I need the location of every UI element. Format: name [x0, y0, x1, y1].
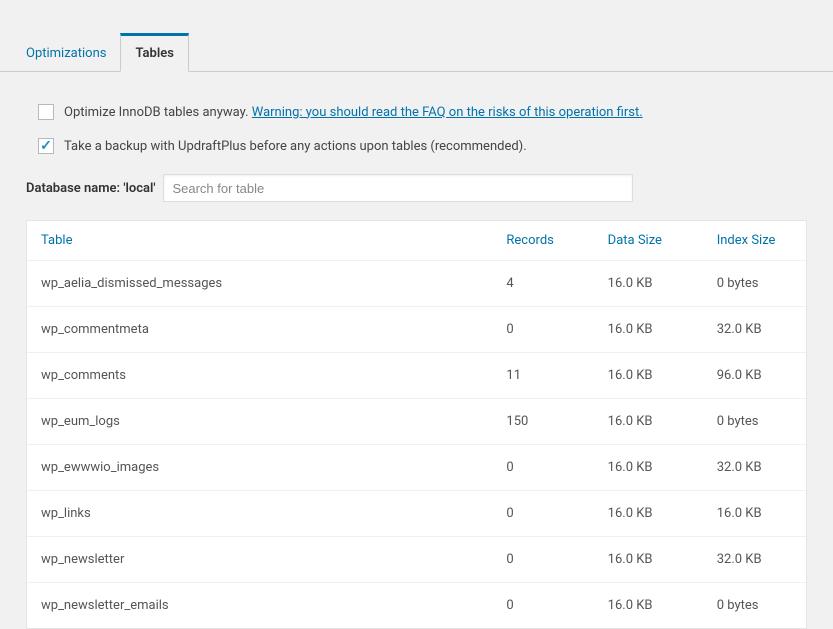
cell-data_size: 16.0 KB [596, 537, 705, 583]
cell-data_size: 16.0 KB [596, 261, 705, 307]
cell-records: 0 [494, 537, 595, 583]
table-row[interactable]: wp_eum_logs15016.0 KB0 bytes [27, 399, 806, 445]
cell-index_size: 32.0 KB [705, 307, 806, 353]
database-name-label: Database name: 'local' [26, 181, 155, 196]
cell-data_size: 16.0 KB [596, 399, 705, 445]
cell-records: 0 [494, 307, 595, 353]
cell-index_size: 32.0 KB [705, 537, 806, 583]
search-row: Database name: 'local' [26, 174, 807, 202]
cell-index_size: 32.0 KB [705, 445, 806, 491]
tables-list: Table Records Data Size Index Size wp_ae… [26, 220, 807, 629]
cell-data_size: 16.0 KB [596, 353, 705, 399]
cell-records: 4 [494, 261, 595, 307]
table-row[interactable]: wp_ewwwio_images016.0 KB32.0 KB [27, 445, 806, 491]
cell-table: wp_commentmeta [27, 307, 494, 353]
col-header-table[interactable]: Table [27, 221, 494, 261]
faq-warning-link[interactable]: Warning: you should read the FAQ on the … [252, 105, 643, 120]
col-header-records[interactable]: Records [494, 221, 595, 261]
cell-index_size: 16.0 KB [705, 491, 806, 537]
cell-data_size: 16.0 KB [596, 491, 705, 537]
optimize-innodb-text: Optimize InnoDB tables anyway. [64, 105, 249, 120]
cell-index_size: 0 bytes [705, 583, 806, 629]
optimize-innodb-label: Optimize InnoDB tables anyway. Warning: … [64, 105, 643, 120]
table-row[interactable]: wp_newsletter016.0 KB32.0 KB [27, 537, 806, 583]
table-row[interactable]: wp_commentmeta016.0 KB32.0 KB [27, 307, 806, 353]
db-label-text: Database name: [26, 181, 120, 196]
cell-table: wp_comments [27, 353, 494, 399]
option-optimize-innodb: Optimize InnoDB tables anyway. Warning: … [26, 104, 807, 120]
checkbox-backup[interactable] [38, 138, 54, 154]
content-area: Optimize InnoDB tables anyway. Warning: … [0, 72, 833, 629]
cell-table: wp_aelia_dismissed_messages [27, 261, 494, 307]
cell-table: wp_ewwwio_images [27, 445, 494, 491]
table-row[interactable]: wp_aelia_dismissed_messages416.0 KB0 byt… [27, 261, 806, 307]
cell-records: 0 [494, 583, 595, 629]
table-row[interactable]: wp_newsletter_emails016.0 KB0 bytes [27, 583, 806, 629]
cell-table: wp_newsletter_emails [27, 583, 494, 629]
search-input[interactable] [163, 174, 633, 202]
option-backup: Take a backup with UpdraftPlus before an… [26, 138, 807, 154]
cell-data_size: 16.0 KB [596, 583, 705, 629]
backup-label: Take a backup with UpdraftPlus before an… [64, 139, 527, 154]
db-tables-table: Table Records Data Size Index Size wp_ae… [27, 221, 806, 628]
cell-records: 0 [494, 491, 595, 537]
cell-records: 0 [494, 445, 595, 491]
cell-table: wp_eum_logs [27, 399, 494, 445]
cell-table: wp_newsletter [27, 537, 494, 583]
cell-index_size: 96.0 KB [705, 353, 806, 399]
cell-records: 11 [494, 353, 595, 399]
tab-tables[interactable]: Tables [120, 33, 188, 72]
cell-records: 150 [494, 399, 595, 445]
cell-index_size: 0 bytes [705, 399, 806, 445]
table-row[interactable]: wp_comments1116.0 KB96.0 KB [27, 353, 806, 399]
tab-optimizations[interactable]: Optimizations [12, 36, 120, 71]
tab-bar: Optimizations Tables [0, 0, 833, 72]
db-name-value: 'local' [123, 181, 155, 196]
cell-data_size: 16.0 KB [596, 307, 705, 353]
cell-data_size: 16.0 KB [596, 445, 705, 491]
checkbox-optimize-innodb[interactable] [38, 104, 54, 120]
table-row[interactable]: wp_links016.0 KB16.0 KB [27, 491, 806, 537]
cell-table: wp_links [27, 491, 494, 537]
col-header-index-size[interactable]: Index Size [705, 221, 806, 261]
cell-index_size: 0 bytes [705, 261, 806, 307]
col-header-data-size[interactable]: Data Size [596, 221, 705, 261]
